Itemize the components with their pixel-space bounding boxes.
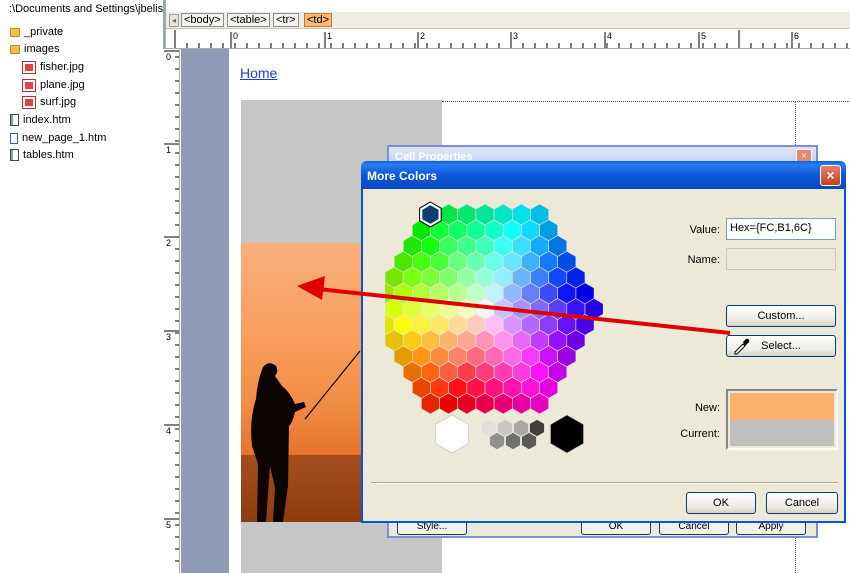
tree-item-label: surf.jpg: [40, 96, 77, 108]
tree-item-private[interactable]: _private: [10, 24, 63, 40]
table-border-guide: [442, 101, 850, 102]
value-field[interactable]: Hex={FC,B1,6C}: [726, 218, 836, 240]
grayscale-cell: [435, 414, 469, 454]
current-color-swatch: [730, 420, 834, 446]
more-colors-titlebar[interactable]: More Colors ×: [361, 161, 846, 189]
tag-tr[interactable]: <tr>: [273, 13, 299, 27]
ruler-number: 0: [233, 31, 239, 41]
ruler-number: 1: [327, 31, 333, 41]
home-link[interactable]: Home: [240, 65, 277, 81]
tree-item-label: tables.htm: [23, 149, 74, 161]
tree-item-label: images: [24, 43, 60, 55]
tree-item-label: _private: [24, 26, 64, 38]
ruler-number: 2: [420, 31, 426, 41]
value-label: Value:: [689, 224, 720, 236]
color-hexagon-picker[interactable]: [385, 201, 635, 461]
fisherman-photo[interactable]: [241, 243, 362, 522]
ruler-number: 2: [166, 238, 172, 248]
select-button-label: Select...: [761, 340, 801, 352]
name-label: Name:: [687, 254, 720, 266]
ruler-number: 4: [607, 31, 613, 41]
new-color-swatch: [730, 393, 834, 420]
cancel-button[interactable]: Cancel: [766, 492, 838, 514]
ruler-number: 0: [166, 52, 172, 62]
more-colors-title: More Colors: [367, 169, 438, 183]
quick-tag-selector: ◂ <body> <table> <tr> <td>: [166, 12, 850, 29]
tree-item-images[interactable]: images: [10, 41, 59, 57]
close-icon[interactable]: ×: [820, 165, 841, 186]
folder-list-panel: :\Documents and Settings\jbelis _private…: [0, 0, 163, 573]
ruler-number: 4: [166, 426, 172, 436]
dialog-separator: [371, 482, 838, 484]
ok-button[interactable]: OK: [686, 492, 756, 514]
new-color-label: New:: [694, 402, 720, 414]
fisherman-silhouette: [241, 350, 362, 522]
custom-button[interactable]: Custom...: [726, 305, 836, 327]
tag-td[interactable]: <td>: [304, 13, 333, 27]
tree-item-label: plane.jpg: [40, 79, 85, 91]
ruler-number: 5: [166, 520, 172, 530]
ruler-number: 5: [701, 31, 707, 41]
select-button[interactable]: Select...: [726, 335, 836, 357]
current-color-label: Current:: [680, 428, 720, 440]
selected-color-cell: [420, 202, 441, 227]
tree-item-label: new_page_1.htm: [22, 132, 107, 144]
tree-item-label: fisher.jpg: [40, 61, 85, 73]
image-file-icon: [22, 78, 36, 92]
ruler-number: 3: [166, 332, 172, 342]
eyedropper-icon: [734, 338, 750, 355]
color-preview: [726, 389, 838, 450]
image-file-icon: [22, 95, 36, 109]
ruler-ticks: [174, 30, 848, 48]
folder-icon: [10, 27, 20, 37]
vertical-ruler: 0 1 2 3 4 5: [163, 49, 180, 573]
grayscale-cell: [550, 414, 584, 454]
ruler-number: 3: [513, 31, 519, 41]
page-file-icon: [10, 149, 19, 161]
tag-body[interactable]: <body>: [181, 13, 224, 27]
page-file-icon: [10, 114, 19, 126]
image-file-icon: [22, 60, 36, 74]
tag-table[interactable]: <table>: [227, 13, 270, 27]
name-field[interactable]: [726, 248, 836, 270]
ruler-ticks: [164, 50, 179, 562]
tree-item-tables[interactable]: tables.htm: [10, 147, 74, 163]
tree-item-label: index.htm: [23, 114, 71, 126]
more-colors-dialog: More Colors × Value: Hex={FC,B1,6C} Name…: [361, 161, 846, 523]
folder-icon: [10, 44, 20, 54]
tree-item-fisher[interactable]: fisher.jpg: [22, 59, 84, 75]
page-margin: [181, 49, 229, 573]
horizontal-ruler: 0 1 2 3 4 5 6: [166, 30, 850, 49]
ruler-number: 6: [794, 31, 800, 41]
tree-item-new-page-1[interactable]: new_page_1.htm: [10, 130, 106, 146]
tree-item-plane[interactable]: plane.jpg: [22, 77, 85, 93]
tree-item-surf[interactable]: surf.jpg: [22, 94, 76, 110]
tag-scroll-left-icon[interactable]: ◂: [169, 14, 179, 27]
folder-path: :\Documents and Settings\jbelis: [9, 3, 164, 15]
tree-item-index[interactable]: index.htm: [10, 112, 71, 128]
page-file-icon: [10, 132, 18, 144]
ruler-number: 1: [166, 145, 172, 155]
